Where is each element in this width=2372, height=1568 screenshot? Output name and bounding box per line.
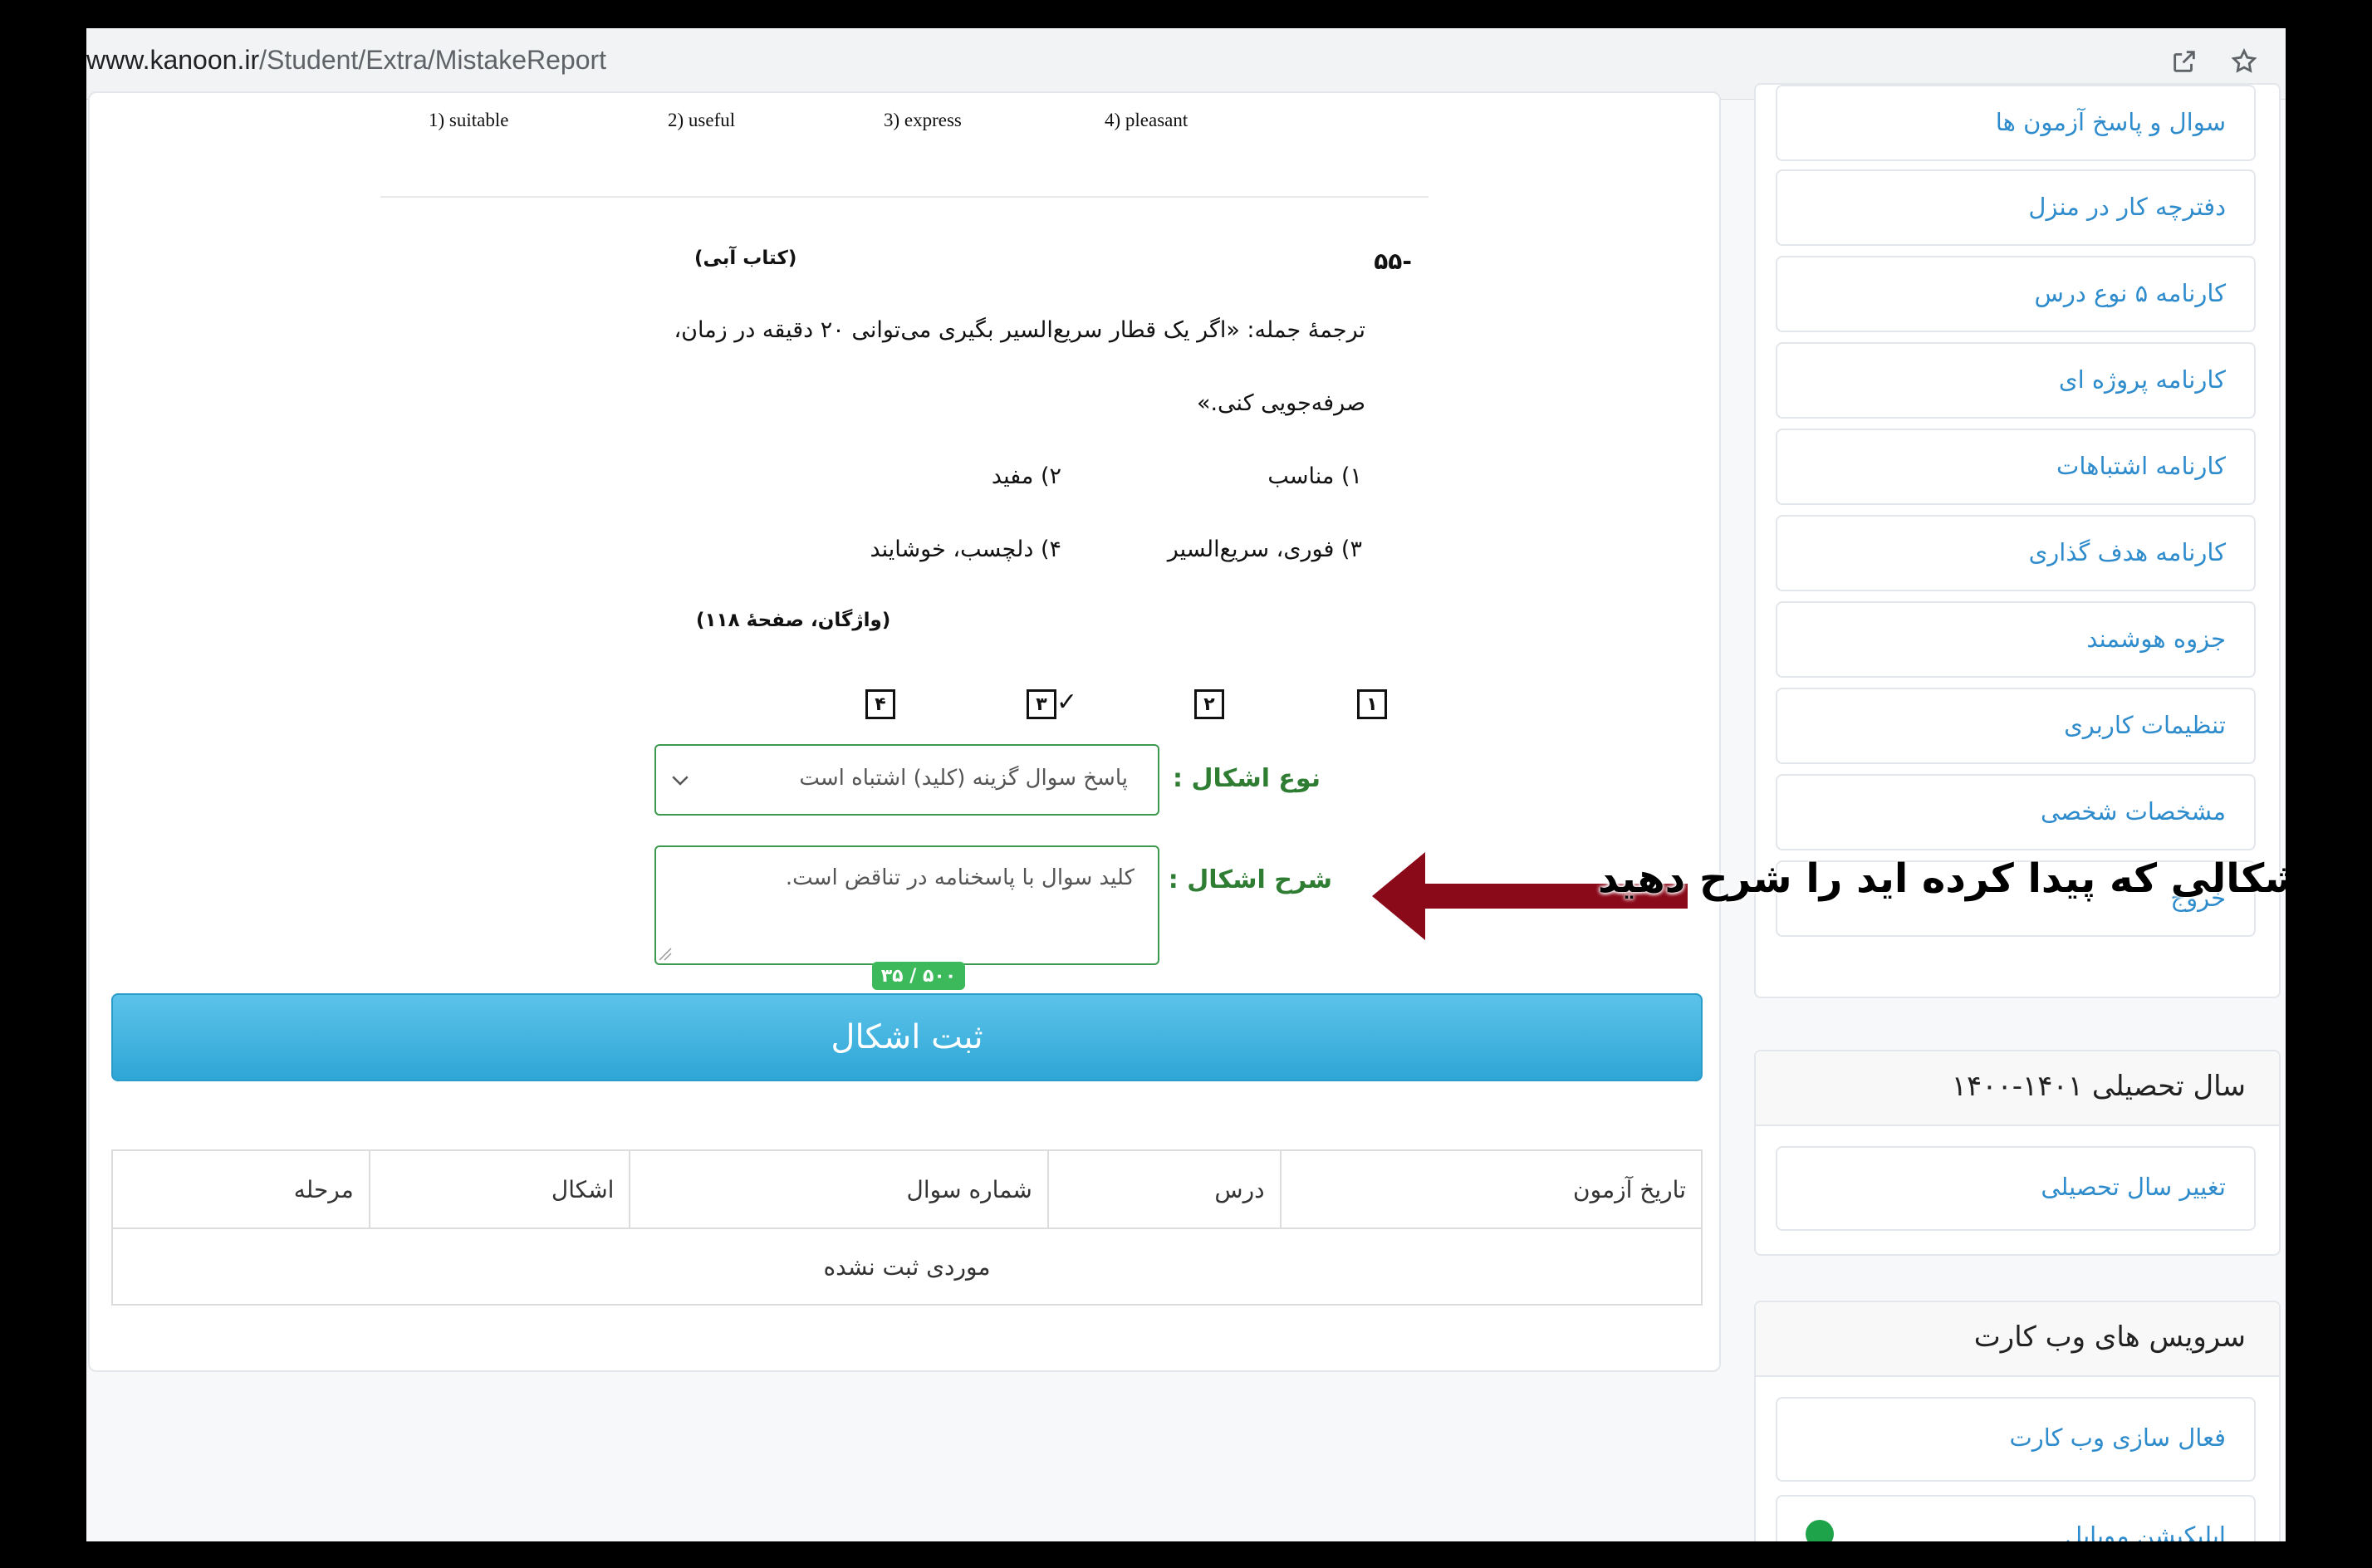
header-stage: مرحله xyxy=(111,1149,370,1229)
change-year-label: تغییر سال تحصیلی xyxy=(2041,1173,2226,1201)
sidebar-item-goal-report[interactable]: کارنامه هدف گذاری xyxy=(1776,515,2256,591)
sidebar-item-label: جزوه هوشمند xyxy=(2086,625,2226,653)
sidebar-item-user-settings[interactable]: تنظیمات کاربری xyxy=(1776,688,2256,764)
submit-mistake-button[interactable]: ثبت اشکال xyxy=(111,993,1703,1081)
resize-grip-icon[interactable] xyxy=(658,947,673,962)
page-content: 1) suitable 2) useful 3) express 4) plea… xyxy=(86,83,2286,1541)
mistake-desc-textarea[interactable]: کلید سوال با پاسخنامه در تناقض است. xyxy=(654,845,1159,965)
url-path: /Student/Extra/MistakeReport xyxy=(259,45,607,75)
sidebar-item-smart-booklet[interactable]: جزوه هوشمند xyxy=(1776,601,2256,678)
annotation-label: اشکالی که پیدا کرده اید را شرح دهید xyxy=(1598,855,2286,902)
browser-window: www.kanoon.ir/Student/Extra/MistakeRepor… xyxy=(86,28,2286,1541)
bookmark-star-icon[interactable] xyxy=(2223,40,2266,83)
empty-table-message: موردی ثبت نشده xyxy=(111,1227,1703,1306)
mistake-desc-value: کلید سوال با پاسخنامه در تناقض است. xyxy=(785,865,1135,890)
sidebar-item-mistakes-report[interactable]: کارنامه اشتباهات xyxy=(1776,429,2256,505)
mistake-type-select[interactable]: پاسخ سوال گزینه (کلید) اشتباه است xyxy=(654,744,1159,816)
mistake-report-panel: 1) suitable 2) useful 3) express 4) plea… xyxy=(88,91,1721,1372)
online-status-dot xyxy=(1806,1520,1834,1541)
sidebar-item-homework[interactable]: دفترچه کار در منزل xyxy=(1776,169,2256,246)
mobile-app-button[interactable]: اپلیکیشن موبایل xyxy=(1776,1495,2256,1541)
change-year-button[interactable]: تغییر سال تحصیلی xyxy=(1776,1146,2256,1231)
sidebar-item-label: کارنامه هدف گذاری xyxy=(2028,538,2226,566)
webcard-activation-button[interactable]: فعال سازی وب کارت xyxy=(1776,1397,2256,1482)
char-counter-badge: ۵۰۰ / ۳۵ xyxy=(872,962,965,990)
academic-year-title: سال تحصیلی ۱۴۰۱-۱۴۰۰ xyxy=(1951,1070,2246,1103)
question-source: (کتاب آبی) xyxy=(694,247,797,269)
mistake-type-label: نوع اشکال : xyxy=(1173,764,1321,793)
header-subject: درس xyxy=(1046,1149,1282,1229)
mobile-app-label: اپلیکیشن موبایل xyxy=(2065,1521,2226,1541)
prev-option-3: 3) express xyxy=(884,110,962,130)
sidebar-item-label: کارنامه اشتباهات xyxy=(2056,452,2226,480)
sidebar-item-5type-report[interactable]: کارنامه ۵ نوع درس xyxy=(1776,256,2256,332)
choice-3: ۳) فوری، سریع‌السیر xyxy=(1167,537,1362,562)
url-domain: www.kanoon.ir xyxy=(86,45,260,75)
mistakes-table: تاریخ آزمون درس شماره سوال اشکال مرحله م… xyxy=(111,1149,1703,1306)
header-mistake: اشکال xyxy=(368,1149,631,1229)
mistake-desc-label: شرح اشکال : xyxy=(1168,865,1332,894)
sidebar-item-personal-info[interactable]: مشخصات شخصی xyxy=(1776,774,2256,850)
header-exam-date: تاریخ آزمون xyxy=(1279,1149,1703,1229)
webcard-activation-label: فعال سازی وب کارت xyxy=(2009,1423,2226,1452)
sidebar-item-project-report[interactable]: کارنامه پروژه ای xyxy=(1776,342,2256,419)
prev-option-1: 1) suitable xyxy=(429,110,509,130)
sidebar-item-label: کارنامه ۵ نوع درس xyxy=(2034,279,2226,307)
url-text[interactable]: www.kanoon.ir/Student/Extra/MistakeRepor… xyxy=(86,45,606,76)
question-text-line2: صرفه‌جویی کنی.» xyxy=(1196,390,1365,416)
question-text-line1: ترجمهٔ جمله: «اگر یک قطار سریع‌السیر بگی… xyxy=(674,317,1365,343)
answer-box-4: ۴ xyxy=(865,689,895,719)
sidebar-item-label: تنظیمات کاربری xyxy=(2064,711,2226,739)
prev-option-4: 4) pleasant xyxy=(1105,110,1188,130)
webcard-services-panel: سرویس های وب کارت فعال سازی وب کارت اپلی… xyxy=(1754,1301,2281,1541)
sidebar-item-label: کارنامه پروژه ای xyxy=(2058,365,2226,394)
question-reference: (واژگان، صفحهٔ ۱۱۸) xyxy=(696,610,891,631)
webcard-services-header: سرویس های وب کارت xyxy=(1756,1302,2279,1377)
chevron-down-icon xyxy=(672,776,689,786)
mistake-type-value: پاسخ سوال گزینه (کلید) اشتباه است xyxy=(799,766,1128,791)
academic-year-header: سال تحصیلی ۱۴۰۱-۱۴۰۰ xyxy=(1756,1051,2279,1126)
answer-box-1: ۱ xyxy=(1357,689,1387,719)
answer-box-2: ۲ xyxy=(1194,689,1224,719)
table-header-row: تاریخ آزمون درس شماره سوال اشکال مرحله xyxy=(111,1149,1703,1229)
academic-year-panel: سال تحصیلی ۱۴۰۱-۱۴۰۰ تغییر سال تحصیلی xyxy=(1754,1050,2281,1256)
prev-option-2: 2) useful xyxy=(668,110,736,130)
sidebar-item-label: دفترچه کار در منزل xyxy=(2028,193,2226,221)
question-number: -۵۵ xyxy=(1374,247,1412,275)
choice-1: ۱) مناسب xyxy=(1267,463,1362,489)
divider xyxy=(380,196,1429,198)
sidebar-item-label: مشخصات شخصی xyxy=(2041,797,2226,826)
webcard-services-title: سرویس های وب کارت xyxy=(1973,1321,2246,1354)
answer-box-3: ۳ xyxy=(1027,689,1056,719)
sidebar-item-exam-qa[interactable]: سوال و پاسخ آزمون ها xyxy=(1776,85,2256,161)
choice-2: ۲) مفید xyxy=(991,463,1061,489)
table-row: موردی ثبت نشده xyxy=(111,1227,1703,1306)
header-question-number: شماره سوال xyxy=(629,1149,1049,1229)
share-icon[interactable] xyxy=(2163,40,2206,83)
sidebar-item-label: سوال و پاسخ آزمون ها xyxy=(1995,108,2226,136)
check-mark-icon: ✓ xyxy=(1056,688,1078,717)
choice-4: ۴) دلچسب، خوشایند xyxy=(870,537,1061,562)
